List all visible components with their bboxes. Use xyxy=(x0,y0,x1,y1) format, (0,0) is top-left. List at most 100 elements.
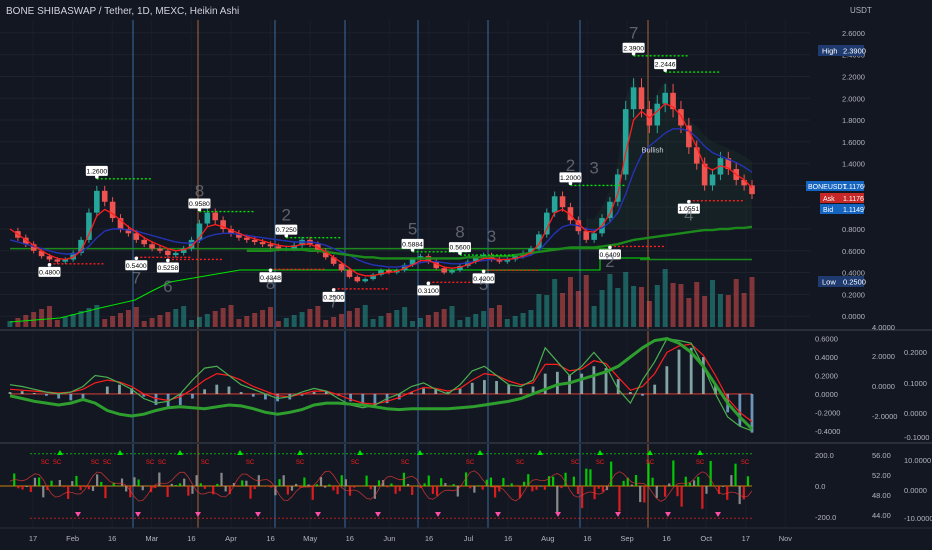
osc2-histogram-bar xyxy=(25,486,28,488)
osc2-histogram-bar xyxy=(692,480,696,486)
candle-body xyxy=(149,244,155,249)
osc2-histogram-bar xyxy=(676,486,679,497)
volume-bar xyxy=(62,317,68,327)
osc2-histogram-bar xyxy=(427,475,430,486)
volume-bar xyxy=(196,317,202,327)
osc1-tick-mid: -2.0000 xyxy=(872,412,897,421)
osc2-signal-label: SC xyxy=(246,460,255,466)
chart-root: 0.48001.26000.5400 0.52580.95800.72500.43… xyxy=(0,0,932,550)
volume-bar xyxy=(275,321,281,327)
osc1-tick-left: -0.2000 xyxy=(815,408,840,417)
osc1-histogram-bar xyxy=(555,371,559,394)
volume-bar xyxy=(473,314,479,327)
osc1-histogram-bar xyxy=(580,373,584,394)
volume-bar xyxy=(591,306,597,327)
osc2-histogram-bar xyxy=(622,480,625,486)
osc2-histogram-bar xyxy=(411,486,414,495)
volume-bar xyxy=(504,319,510,327)
volume-bar xyxy=(646,301,652,327)
pivot-dot xyxy=(284,233,289,238)
osc2-histogram-bar xyxy=(697,476,700,486)
osc2-signal-label: SC xyxy=(158,460,167,466)
volume-bar xyxy=(441,309,447,327)
candle-body xyxy=(559,196,566,208)
osc2-histogram-bar xyxy=(688,482,692,486)
osc1-histogram-bar xyxy=(20,391,24,394)
wave-count-label: 6 xyxy=(163,277,172,296)
osc2-histogram-bar xyxy=(270,486,273,488)
pivot-dot xyxy=(47,263,52,267)
osc1-histogram-bar xyxy=(191,393,194,399)
osc2-histogram-bar xyxy=(286,486,289,495)
osc2-tick-right: 0.0000 xyxy=(904,486,927,495)
pivot-dot xyxy=(331,288,336,292)
osc1-histogram-bar xyxy=(701,357,705,394)
osc2-histogram-bar xyxy=(187,486,190,496)
osc2-histogram-bar xyxy=(663,486,667,497)
osc1-tick-mid: 2.0000 xyxy=(872,352,895,361)
osc2-histogram-bar xyxy=(672,460,675,486)
signal-text-label: Bullish xyxy=(641,146,663,155)
osc2-histogram-bar xyxy=(100,481,103,486)
wave-count-label: 3 xyxy=(487,227,496,246)
volume-bar xyxy=(267,307,273,327)
osc2-tick-right: 10.0000 xyxy=(904,456,931,465)
x-tick-label: 16 xyxy=(108,534,116,543)
osc2-histogram-bar xyxy=(62,486,66,488)
pivot-label: 2.2446 xyxy=(655,62,676,69)
osc2-histogram-bar xyxy=(655,486,658,498)
osc2-histogram-bar xyxy=(535,486,538,490)
volume-bar xyxy=(252,313,258,327)
osc2-histogram-bar xyxy=(344,479,347,486)
pivot-dot xyxy=(95,175,99,179)
volume-bar xyxy=(54,320,60,327)
osc1-tick-left: -0.4000 xyxy=(815,427,840,436)
volume-bar xyxy=(283,318,289,327)
osc2-histogram-bar xyxy=(423,483,426,486)
volume-bar xyxy=(496,305,502,327)
osc2-histogram-bar xyxy=(191,486,194,494)
candle-body xyxy=(244,237,250,240)
low-badge: Low 0.2500 xyxy=(818,276,866,287)
volume-bar xyxy=(181,306,187,327)
osc2-histogram-bar xyxy=(643,486,646,503)
osc2-histogram-bar xyxy=(38,477,41,486)
volume-bar xyxy=(512,316,518,327)
osc2-histogram-bar xyxy=(440,478,443,486)
osc1-tick-right: 0.1000 xyxy=(904,379,927,388)
osc2-histogram-bar xyxy=(315,484,318,486)
osc1-tick-left: 0.4000 xyxy=(815,353,838,362)
volume-bar xyxy=(133,307,139,327)
osc2-histogram-bar xyxy=(174,485,178,486)
osc2-histogram-bar xyxy=(236,486,240,487)
volume-bar xyxy=(457,320,463,327)
osc1-histogram-bar xyxy=(8,392,12,394)
osc2-histogram-bar xyxy=(170,483,173,486)
volume-bar xyxy=(315,306,321,327)
price-tick-label: 0.8000 xyxy=(842,225,865,234)
osc2-histogram-bar xyxy=(33,477,37,486)
ask-badge: Ask 1.1176 xyxy=(820,193,864,203)
candle-body xyxy=(259,242,266,245)
volume-bar xyxy=(686,298,692,327)
osc2-histogram-bar xyxy=(581,486,584,509)
osc2-histogram-bar xyxy=(50,480,53,486)
pivot-label: 0.7250 xyxy=(276,227,297,234)
osc2-signal-label: SC xyxy=(41,460,50,466)
osc2-histogram-bar xyxy=(353,486,356,488)
osc2-histogram-bar xyxy=(71,481,74,486)
osc2-histogram-bar xyxy=(481,486,484,490)
candle-body xyxy=(654,103,661,126)
pivot-label: 0.3100 xyxy=(418,288,439,295)
osc2-histogram-bar xyxy=(709,460,712,486)
osc1-histogram-bar xyxy=(628,392,632,394)
osc2-histogram-bar xyxy=(328,484,331,486)
osc1-tick-left: 0.0000 xyxy=(815,390,838,399)
osc2-histogram-bar xyxy=(249,486,252,499)
candle-body xyxy=(157,248,163,251)
osc2-histogram-bar xyxy=(154,486,157,489)
wave-count-label: 2 xyxy=(605,252,614,271)
osc1-tick-left: 0.6000 xyxy=(815,335,838,344)
osc2-signal-label: SC xyxy=(103,460,112,466)
osc2-histogram-bar xyxy=(489,477,493,486)
